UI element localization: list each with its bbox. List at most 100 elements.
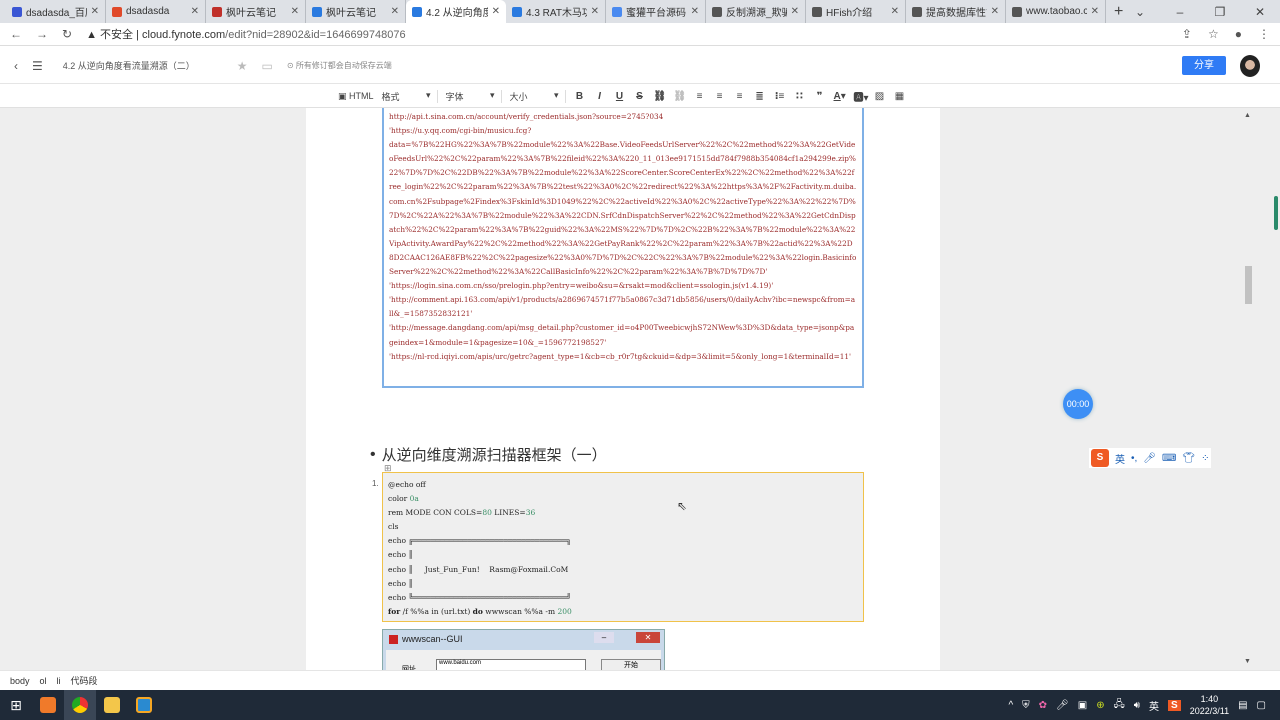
tab-close-icon[interactable]: ✕ — [691, 6, 699, 17]
tab-close-icon[interactable]: ✕ — [891, 6, 899, 17]
align-center-icon[interactable]: ≡ — [714, 91, 726, 102]
size-label: 大小 — [509, 92, 528, 102]
tab-close-icon[interactable]: ✕ — [191, 6, 199, 17]
italic-icon[interactable]: I — [594, 91, 606, 102]
forward-icon[interactable]: → — [36, 27, 48, 41]
bold-icon[interactable]: B — [574, 91, 586, 102]
justify-icon[interactable]: ≣ — [754, 91, 766, 102]
url-field[interactable]: ▲ 不安全 | cloud.fynote.com/edit?nid=28902&… — [86, 26, 406, 42]
unlink-icon[interactable]: ⛓ — [674, 91, 687, 102]
image-icon[interactable]: ▨ — [874, 91, 886, 102]
path-item[interactable]: li — [57, 676, 61, 686]
browser-tab[interactable]: 4.3 RAT木马功 ✕ — [506, 0, 606, 23]
html-source-button[interactable]: ▣ HTML — [338, 91, 374, 102]
browser-tab[interactable]: 提高数据库性能 ✕ — [906, 0, 1006, 23]
network-icon[interactable]: 🖧 — [1114, 697, 1125, 714]
path-item[interactable]: ol — [40, 676, 47, 686]
reload-icon[interactable]: ↻ — [62, 27, 72, 41]
tab-close-icon[interactable]: ✕ — [1091, 6, 1099, 17]
avatar[interactable] — [1240, 55, 1260, 77]
punctuation-icon[interactable]: •, — [1131, 453, 1137, 464]
browser-tab[interactable]: 枫叶云笔记 ✕ — [206, 0, 306, 23]
taskbar-file-explorer[interactable] — [96, 690, 128, 720]
microphone-icon[interactable]: 🎤︎ — [1143, 453, 1156, 464]
tab-title: 枫叶云笔记 — [226, 8, 276, 19]
align-right-icon[interactable]: ≡ — [734, 91, 746, 102]
browser-tab[interactable]: dsadasda_百度 ✕ — [6, 0, 106, 23]
close-window-button[interactable]: ✕ — [1240, 5, 1280, 19]
share-button[interactable]: 分享 — [1182, 56, 1226, 75]
skin-icon[interactable]: 👕︎ — [1182, 453, 1195, 464]
outer-scroll-indicator[interactable] — [1274, 196, 1278, 230]
browser-tab[interactable]: dsadasda ✕ — [106, 0, 206, 23]
ime-language[interactable]: 英 — [1115, 451, 1125, 466]
bookmark-star-icon[interactable]: ☆ — [1208, 27, 1219, 41]
list-number: 1. — [372, 479, 379, 488]
notification-icon[interactable]: ▢ — [1257, 700, 1266, 711]
tab-close-icon[interactable]: ✕ — [291, 6, 299, 17]
gui-close-icon: ✕ — [636, 632, 660, 643]
taskbar-app-p[interactable] — [32, 690, 64, 720]
hamburger-menu-icon[interactable]: ☰ — [32, 59, 43, 73]
align-left-icon[interactable]: ≡ — [694, 91, 706, 102]
tray-flower-icon[interactable]: ✿ — [1039, 700, 1047, 711]
menu-kebab-icon[interactable]: ⋮ — [1258, 27, 1270, 41]
tray-plus-icon[interactable]: ⊕ — [1096, 700, 1104, 711]
browser-tab[interactable]: 4.2 从逆向角度 ✕ — [406, 0, 506, 23]
folder-icon[interactable]: ▭ — [262, 59, 273, 73]
ordered-list-icon[interactable]: ⁝≡ — [774, 91, 786, 102]
start-button[interactable]: ⊞ — [0, 690, 32, 720]
code-block-batch[interactable]: @echo off color 0a rem MODE CON COLS=80 … — [382, 472, 864, 622]
background-color-icon[interactable]: 🅰▾ — [854, 89, 869, 104]
favorite-star-icon[interactable]: ★ — [237, 59, 248, 73]
taskbar-app-box[interactable] — [128, 690, 160, 720]
input-language[interactable]: 英 — [1149, 698, 1159, 713]
font-color-icon[interactable]: A▾ — [834, 91, 846, 102]
volume-icon[interactable]: 🔊︎ — [1134, 700, 1140, 711]
font-select[interactable]: 字体 ▾ — [446, 90, 502, 103]
browser-tab[interactable]: www.taobao.c ✕ — [1006, 0, 1106, 23]
tab-close-icon[interactable]: ✕ — [391, 6, 399, 17]
recording-timer[interactable]: 00:00 — [1063, 389, 1093, 419]
link-icon[interactable]: ⛓ — [654, 91, 667, 102]
tray-expand-icon[interactable]: ^ — [1008, 700, 1013, 711]
code-block-urls[interactable]: http://api.t.sina.com.cn/account/verify_… — [382, 108, 864, 388]
format-select[interactable]: 格式 ▾ — [382, 90, 438, 103]
tab-close-icon[interactable]: ✕ — [91, 6, 99, 17]
browser-tab[interactable]: 蜜獾平台源码 ✕ — [606, 0, 706, 23]
tab-close-icon[interactable]: ✕ — [791, 6, 799, 17]
browser-tab[interactable]: 反制溯源_欺骗 ✕ — [706, 0, 806, 23]
tab-close-icon[interactable]: ✕ — [591, 6, 599, 17]
taskbar-chrome[interactable] — [64, 690, 96, 720]
code-block-icon[interactable]: ▦ — [894, 91, 906, 102]
tray-shield-icon[interactable]: ⛨ — [1022, 700, 1030, 711]
tray-app-icon[interactable]: ▣ — [1078, 700, 1087, 711]
keyboard-icon[interactable]: ⌨ — [1162, 453, 1176, 464]
profile-icon[interactable]: ● — [1235, 27, 1242, 41]
back-icon[interactable]: ← — [10, 27, 22, 41]
tray-mic-icon[interactable]: 🎤︎ — [1056, 700, 1069, 711]
path-item[interactable]: body — [10, 676, 30, 686]
size-select[interactable]: 大小 ▾ — [510, 90, 566, 103]
minimize-button[interactable]: – — [1160, 5, 1200, 19]
scrollbar-thumb[interactable] — [1245, 266, 1252, 304]
browser-tab[interactable]: 枫叶云笔记 ✕ — [306, 0, 406, 23]
sogou-tray-icon[interactable]: S — [1168, 699, 1181, 711]
back-chevron-icon[interactable]: ‹ — [14, 59, 18, 73]
unordered-list-icon[interactable]: ∷ — [794, 91, 806, 102]
restore-button[interactable]: ❐ — [1200, 5, 1240, 19]
ime-toolbar[interactable]: S 英 •, 🎤︎ ⌨ 👕︎ ⁘ — [1089, 448, 1211, 468]
toolbox-icon[interactable]: ⁘ — [1201, 453, 1209, 464]
share-page-icon[interactable]: ⇪ — [1182, 27, 1192, 41]
tab-close-icon[interactable]: ✕ — [991, 6, 999, 17]
strikethrough-icon[interactable]: S — [634, 91, 646, 102]
tab-search-icon[interactable]: ⌄ — [1120, 5, 1160, 19]
path-item[interactable]: 代码段 — [71, 674, 98, 687]
vertical-scrollbar[interactable]: ▲ ▼ — [1242, 108, 1254, 670]
clock[interactable]: 1:40 2022/3/11 — [1190, 693, 1229, 717]
underline-icon[interactable]: U — [614, 91, 626, 102]
notes-icon[interactable]: ▤ — [1238, 700, 1247, 711]
browser-tab[interactable]: HFish介绍 ✕ — [806, 0, 906, 23]
tab-close-icon[interactable]: ✕ — [492, 6, 500, 17]
quote-icon[interactable]: ❞ — [814, 91, 826, 102]
